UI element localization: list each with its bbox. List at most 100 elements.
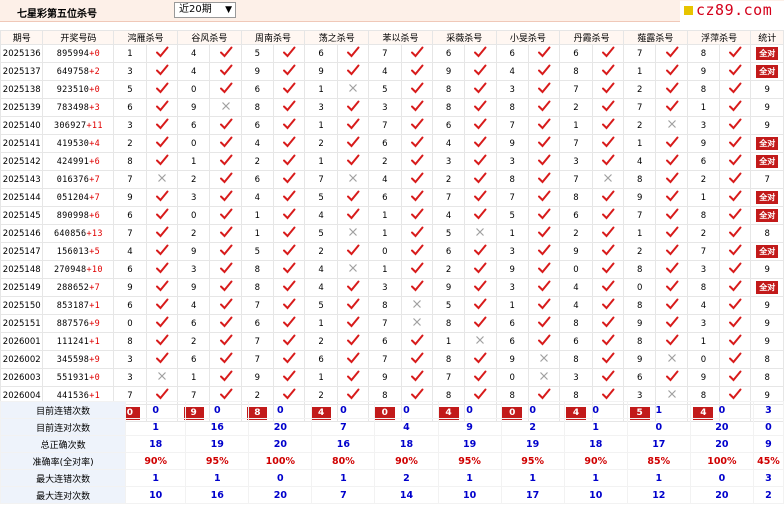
site-logo[interactable]: cz89.com [680, 1, 784, 22]
kill-result [400, 332, 433, 351]
kill-number: 5 [495, 206, 529, 225]
kill-number: 3 [686, 116, 721, 135]
check-icon [665, 46, 679, 58]
check-icon [155, 316, 169, 328]
draw-sum: +6 [89, 210, 101, 221]
kill-result [464, 98, 497, 117]
kill-number: 3 [559, 368, 593, 387]
cross-icon [540, 354, 549, 362]
draw-cell: 895994+0 [42, 44, 115, 63]
check-icon [474, 46, 487, 58]
kill-number: 8 [113, 332, 147, 351]
stat-cell: 8 [750, 224, 784, 243]
check-icon [219, 352, 233, 364]
check-icon [729, 46, 742, 58]
stat-cell: 9 [750, 98, 784, 117]
draw-digits: 887576 [56, 318, 90, 329]
check-icon [474, 100, 487, 112]
kill-number: 1 [368, 260, 402, 279]
draw-digits: 551931 [56, 372, 90, 383]
check-icon [219, 316, 233, 328]
kill-number: 3 [686, 260, 721, 279]
kill-result [591, 206, 625, 225]
kill-number: 7 [240, 350, 275, 369]
kill-result [655, 80, 688, 99]
kill-result [336, 188, 370, 207]
check-icon [410, 136, 424, 148]
kill-result [400, 242, 433, 261]
table-row: 2025149 288652+7 9 9 8 4 3 9 3 4 0 8 全对 [0, 278, 784, 297]
kill-number: 6 [559, 206, 593, 225]
kill-number: 6 [240, 170, 275, 189]
kill-result [464, 44, 497, 63]
kill-number: 4 [176, 296, 211, 315]
check-icon [538, 316, 551, 328]
draw-sum: +5 [89, 246, 101, 257]
check-icon [155, 280, 169, 292]
kill-number: 4 [176, 44, 211, 63]
chevron-down-icon: ▼ [225, 5, 232, 15]
draw-digits: 016376 [56, 174, 90, 185]
kill-number: 3 [686, 314, 721, 333]
check-icon [219, 208, 233, 220]
check-icon [283, 244, 296, 256]
kill-result [464, 368, 497, 387]
stat-value: 90% [374, 452, 439, 470]
check-icon [155, 208, 169, 220]
column-header: 苯以杀号 [368, 30, 433, 45]
kill-result [145, 134, 178, 153]
check-icon [665, 100, 679, 112]
stat-value: 18 [374, 435, 439, 453]
kill-number: 6 [176, 116, 211, 135]
kill-result [209, 278, 242, 297]
check-icon [155, 46, 169, 58]
stat-value: 45% [752, 452, 784, 470]
kill-number: 9 [113, 278, 147, 297]
check-icon [346, 64, 360, 76]
cross-icon [349, 264, 357, 272]
kill-number: 6 [559, 44, 593, 63]
kill-result [336, 260, 370, 279]
check-icon [665, 82, 679, 94]
check-icon [729, 154, 742, 166]
kill-result [655, 224, 688, 243]
correct-count: 8 [764, 228, 770, 239]
kill-result [209, 260, 242, 279]
draw-sum: +10 [86, 264, 103, 275]
kill-result [336, 80, 370, 99]
kill-result [591, 278, 625, 297]
kill-result [273, 206, 306, 225]
kill-number: 6 [495, 314, 529, 333]
kill-number: 5 [113, 80, 147, 99]
check-icon [729, 118, 742, 130]
kill-result [336, 116, 370, 135]
check-icon [219, 244, 233, 256]
draw-cell: 111241+1 [42, 332, 115, 351]
issue-cell: 2025149 [0, 278, 44, 297]
kill-number: 5 [240, 242, 275, 261]
check-icon [538, 118, 551, 130]
page-title: 七星彩第五位杀号 [17, 9, 97, 20]
kill-number: 7 [368, 350, 402, 369]
check-icon [219, 64, 233, 76]
check-icon [219, 190, 233, 202]
check-icon [538, 208, 551, 220]
kill-result [273, 260, 306, 279]
check-icon [283, 208, 296, 220]
kill-result [591, 44, 625, 63]
kill-result [145, 206, 178, 225]
kill-result [591, 260, 625, 279]
period-select[interactable]: 近20期 ▼ [174, 2, 236, 18]
column-header: 周南杀号 [240, 30, 306, 45]
kill-number: 1 [623, 224, 657, 243]
kill-result [719, 332, 752, 351]
check-icon [601, 190, 615, 202]
issue-number: 2025151 [2, 318, 41, 329]
check-icon [729, 334, 742, 346]
issue-cell: 2025139 [0, 98, 44, 117]
kill-number: 2 [176, 332, 211, 351]
kill-result [527, 80, 561, 99]
stat-value: 0 [626, 418, 691, 436]
draw-digits: 853187 [56, 300, 90, 311]
table-row: 2025147 156013+5 4 9 5 2 0 6 3 9 2 7 全对 [0, 242, 784, 261]
